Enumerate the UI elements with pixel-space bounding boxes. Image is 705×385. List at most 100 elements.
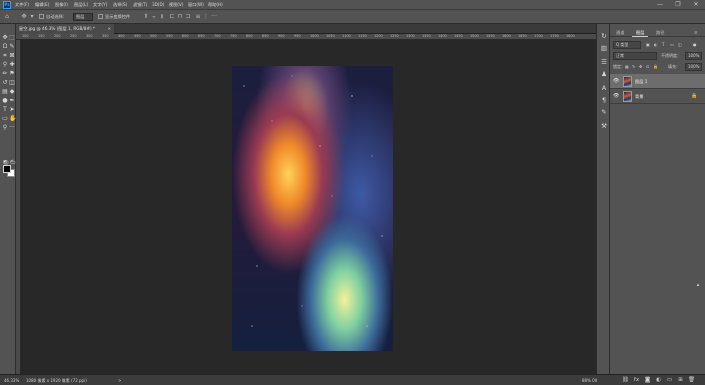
filter-toggle-icon[interactable]: ● <box>693 41 697 49</box>
people-icon[interactable]: ♟ <box>600 70 608 78</box>
layer-row-background[interactable]: 👁 背景 🔒 <box>610 89 705 104</box>
filter-kind-dropdown[interactable]: Q 类型 <box>613 41 641 49</box>
align-top-icon[interactable]: ⫪ <box>143 14 149 20</box>
properties-icon[interactable]: ▥ <box>600 44 608 52</box>
heal-tool-icon[interactable]: ✚ <box>9 61 15 68</box>
pen-tool-icon[interactable]: ✒ <box>9 97 15 104</box>
foreground-color-swatch[interactable] <box>3 165 11 173</box>
distribute-icon[interactable]: ≡ <box>195 14 201 20</box>
marquee-tool-icon[interactable]: ⬚ <box>9 34 15 41</box>
move-tool-icon[interactable]: ✥ <box>21 14 27 20</box>
menu-image[interactable]: 图像(I) <box>55 1 68 9</box>
adjustments-icon[interactable]: ☰ <box>600 58 608 66</box>
filter-adjust-icon[interactable]: ◐ <box>654 41 658 49</box>
lock-image-icon[interactable]: ✎ <box>632 63 635 71</box>
document-image[interactable] <box>232 66 393 351</box>
tab-channels[interactable]: 通道 <box>612 28 628 37</box>
filter-smart-icon[interactable]: ◫ <box>678 41 682 49</box>
hand-tool-icon[interactable]: ✋ <box>9 115 16 122</box>
panel-tabs: 通道 图层 路径 ≡ <box>610 28 705 37</box>
delete-layer-icon[interactable]: 🗑 <box>688 377 695 384</box>
menu-3d[interactable]: 3D(D) <box>152 1 164 9</box>
filter-type-icon[interactable]: T <box>662 41 664 49</box>
lasso-tool-icon[interactable]: ᘯ <box>2 43 8 50</box>
status-arrow[interactable]: > <box>118 377 121 384</box>
layer-style-icon[interactable]: fx <box>633 377 640 384</box>
dodge-tool-icon[interactable]: ● <box>2 97 8 104</box>
more-options-icon[interactable]: ··· <box>211 14 217 20</box>
frame-tool-icon[interactable]: ⊠ <box>9 52 15 59</box>
eyedropper-tool-icon[interactable]: ⚲ <box>2 61 8 68</box>
align-vcenter-icon[interactable]: ⫟ <box>151 14 157 20</box>
quick-select-tool-icon[interactable]: ✎ <box>9 43 15 50</box>
opacity-input[interactable]: 100% <box>685 52 702 60</box>
chevron-down-icon[interactable]: ▾ <box>29 14 35 20</box>
history-brush-icon[interactable]: ↺ <box>2 79 8 86</box>
adjustment-layer-icon[interactable]: ◐ <box>655 377 662 384</box>
new-group-icon[interactable]: ▭ <box>666 377 673 384</box>
align-hcenter-icon[interactable]: ⊓ <box>177 14 183 20</box>
auto-select-checkbox[interactable] <box>39 14 44 19</box>
align-bottom-icon[interactable]: ⫫ <box>159 14 165 20</box>
maximize-button[interactable]: ❐ <box>673 1 683 9</box>
zoom-level[interactable]: 46.33% <box>4 377 19 384</box>
more-tools-icon[interactable]: ··· <box>9 124 15 131</box>
close-button[interactable]: ✕ <box>691 1 701 9</box>
lock-transparent-icon[interactable]: ▦ <box>625 63 629 71</box>
align-left-icon[interactable]: ⊏ <box>169 14 175 20</box>
filter-shape-icon[interactable]: ▭ <box>670 41 674 49</box>
lock-position-icon[interactable]: ✥ <box>639 63 642 71</box>
paragraph-icon[interactable]: ¶ <box>600 96 608 104</box>
gradient-tool-icon[interactable]: ▤ <box>2 88 8 95</box>
panel-menu-icon[interactable]: ≡ <box>694 28 698 37</box>
menu-view[interactable]: 视图(V) <box>169 1 184 9</box>
menu-select[interactable]: 选择(S) <box>113 1 127 9</box>
menu-filter[interactable]: 滤镜(T) <box>133 1 147 9</box>
menu-layer[interactable]: 图层(L) <box>74 1 88 9</box>
close-tab-icon[interactable]: × <box>107 24 111 34</box>
visibility-eye-icon[interactable]: 👁 <box>613 93 619 99</box>
crop-tool-icon[interactable]: ⌗ <box>2 52 8 59</box>
fill-input[interactable]: 100% <box>685 63 702 71</box>
distribute-h-icon[interactable]: ⋮ <box>203 14 209 20</box>
type-tool-icon[interactable]: T <box>2 106 8 113</box>
stamp-tool-icon[interactable]: ⚑ <box>9 70 15 77</box>
home-icon[interactable]: ⌂ <box>4 14 10 20</box>
menu-help[interactable]: 帮助(H) <box>208 1 223 9</box>
path-select-tool-icon[interactable]: ➤ <box>9 106 15 113</box>
filter-pixel-icon[interactable]: ▣ <box>646 41 650 49</box>
zoom-tool-icon[interactable]: ⚲ <box>2 124 8 131</box>
document-tab[interactable]: 星空.jpg @ 46.3% (图层 1, RGB/8#) * × <box>16 24 114 34</box>
add-mask-icon[interactable]: ◙ <box>644 377 651 384</box>
blend-mode-dropdown[interactable]: 正常 <box>613 52 657 60</box>
blur-tool-icon[interactable]: ◆ <box>9 88 15 95</box>
tab-paths[interactable]: 路径 <box>652 28 668 37</box>
tab-layers[interactable]: 图层 <box>632 28 649 37</box>
scroll-arrow-icon[interactable]: ▴ <box>695 282 701 288</box>
link-layers-icon[interactable]: ⛓ <box>622 377 629 384</box>
character-icon[interactable]: A <box>600 84 608 92</box>
menu-file[interactable]: 文件(F) <box>15 1 29 9</box>
lock-artboard-icon[interactable]: ⊡ <box>646 63 649 71</box>
canvas-area[interactable] <box>22 40 596 374</box>
shape-tool-icon[interactable]: ▭ <box>2 115 8 122</box>
brush-tool-icon[interactable]: ✏ <box>2 70 8 77</box>
menu-type[interactable]: 文字(Y) <box>93 1 107 9</box>
brush-settings-icon[interactable]: ✎ <box>600 108 608 116</box>
new-layer-icon[interactable]: ⊞ <box>677 377 684 384</box>
visibility-eye-icon[interactable]: 👁 <box>613 78 619 84</box>
show-transform-checkbox[interactable] <box>98 14 103 19</box>
menu-edit[interactable]: 编辑(E) <box>35 1 49 9</box>
ruler-tick-label: 1250 <box>390 34 399 38</box>
tools-preset-icon[interactable]: ⚒ <box>600 122 608 130</box>
lock-all-icon[interactable]: 🔒 <box>653 63 658 71</box>
layer-row-1[interactable]: 👁 图层 1 <box>610 74 705 89</box>
minimize-button[interactable]: — <box>655 1 665 9</box>
menu-window[interactable]: 窗口(W) <box>188 1 204 9</box>
eraser-tool-icon[interactable]: ◫ <box>9 79 15 86</box>
move-tool-icon[interactable]: ✥ <box>2 34 8 41</box>
history-icon[interactable]: ↻ <box>600 32 608 40</box>
lock-row: 锁定： ▦ ✎ ✥ ⊡ 🔒 填充： 100% <box>613 63 702 71</box>
align-right-icon[interactable]: ⊐ <box>185 14 191 20</box>
auto-select-dropdown[interactable]: 图层 <box>73 13 93 21</box>
